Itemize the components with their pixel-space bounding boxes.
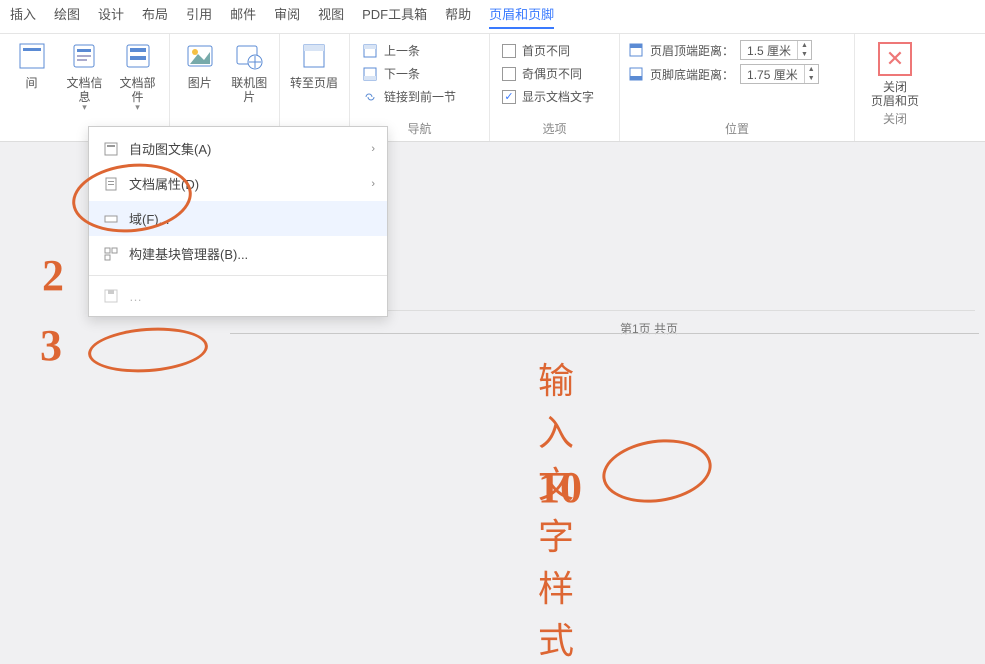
menu-header-footer[interactable]: 页眉和页脚 — [489, 4, 554, 29]
close-group-label: 关闭 — [883, 108, 907, 129]
docinfo-icon — [69, 40, 101, 72]
menu-layout[interactable]: 布局 — [142, 4, 168, 29]
spin-down-icon[interactable]: ▼ — [798, 50, 811, 59]
menu-help[interactable]: 帮助 — [445, 4, 471, 29]
save-item[interactable]: … — [89, 280, 387, 312]
chevron-right-icon: › — [371, 143, 375, 155]
doc-parts-button[interactable]: 文档部件 ▾ — [114, 38, 161, 113]
footer-bottom-spinner[interactable]: 1.75 厘米 ▲▼ — [740, 64, 819, 84]
odd-even-different-checkbox[interactable]: 奇偶页不同 — [498, 63, 611, 84]
autotext-icon — [103, 141, 119, 157]
annotation-text: 输入文字样式 — [538, 352, 574, 664]
checkbox-checked-icon: ✓ — [502, 90, 516, 104]
online-picture-icon — [233, 40, 265, 72]
header-top-label: 页眉顶端距离： — [650, 42, 734, 59]
position-group-label: 位置 — [628, 118, 846, 139]
close-headerfooter-button[interactable]: ✕ 关闭页眉和页 — [867, 40, 923, 108]
checkbox-icon — [502, 67, 516, 81]
picture-icon — [184, 40, 216, 72]
chevron-down-icon: ▾ — [82, 102, 87, 113]
docprop-item[interactable]: 文档属性(D) › — [89, 166, 387, 201]
separator — [89, 275, 387, 276]
chevron-right-icon: › — [371, 178, 375, 190]
footer-rule-top — [340, 310, 975, 311]
building-blocks-item[interactable]: 构建基块管理器(B)... — [89, 236, 387, 271]
goto-header-icon — [298, 40, 330, 72]
autotext-item[interactable]: 自动图文集(A) › — [89, 131, 387, 166]
close-icon: ✕ — [878, 42, 912, 76]
field-item[interactable]: 域(F)... — [89, 201, 387, 236]
spin-up-icon[interactable]: ▲ — [805, 65, 818, 74]
link-icon — [362, 89, 378, 105]
chevron-down-icon: ▾ — [135, 102, 140, 113]
annotation-number-2: 2 — [42, 250, 64, 301]
annotation-circle-10 — [598, 433, 716, 510]
next-icon — [362, 66, 378, 82]
goto-header-button[interactable]: 转至页眉 — [288, 38, 340, 90]
prev-icon — [362, 43, 378, 59]
save-icon — [103, 288, 119, 304]
doc-parts-dropdown: 自动图文集(A) › 文档属性(D) › 域(F)... 构建基块管理器(B).… — [88, 126, 388, 317]
picture-button[interactable]: 图片 — [178, 38, 222, 104]
clock-icon — [16, 40, 48, 72]
link-previous-button[interactable]: 链接到前一节 — [358, 86, 481, 107]
show-doc-text-checkbox[interactable]: ✓ 显示文档文字 — [498, 86, 611, 107]
annotation-number-3: 3 — [40, 320, 62, 371]
field-icon — [103, 211, 119, 227]
menu-mail[interactable]: 邮件 — [230, 4, 256, 29]
spin-up-icon[interactable]: ▲ — [798, 41, 811, 50]
docprop-icon — [103, 176, 119, 192]
menu-design[interactable]: 设计 — [98, 4, 124, 29]
menu-review[interactable]: 审阅 — [274, 4, 300, 29]
first-page-different-checkbox[interactable]: 首页不同 — [498, 40, 611, 61]
time-button[interactable]: 间 — [8, 38, 55, 113]
next-section-button[interactable]: 下一条 — [358, 63, 481, 84]
doc-parts-icon — [122, 40, 154, 72]
options-group-label: 选项 — [498, 118, 611, 139]
docinfo-button[interactable]: 文档信息 ▾ — [61, 38, 108, 113]
blocks-icon — [103, 246, 119, 262]
prev-section-button[interactable]: 上一条 — [358, 40, 481, 61]
annotation-circle-3 — [87, 324, 210, 376]
page-number-text: 第1页 共页 — [620, 320, 678, 337]
footer-bottom-label: 页脚底端距离： — [650, 66, 734, 83]
spin-down-icon[interactable]: ▼ — [805, 74, 818, 83]
menu-pdf[interactable]: PDF工具箱 — [362, 4, 427, 29]
checkbox-icon — [502, 44, 516, 58]
annotation-number-10: 10 — [538, 462, 582, 513]
menu-insert[interactable]: 插入 — [10, 4, 36, 29]
header-top-spinner[interactable]: 1.5 厘米 ▲▼ — [740, 40, 812, 60]
menu-view[interactable]: 视图 — [318, 4, 344, 29]
online-picture-button[interactable]: 联机图片 — [228, 38, 272, 104]
footer-rule — [230, 333, 979, 334]
footer-bottom-icon — [628, 66, 644, 82]
menu-draw[interactable]: 绘图 — [54, 4, 80, 29]
menu-bar: 插入 绘图 设计 布局 引用 邮件 审阅 视图 PDF工具箱 帮助 页眉和页脚 — [0, 0, 985, 34]
header-top-icon — [628, 42, 644, 58]
menu-references[interactable]: 引用 — [186, 4, 212, 29]
